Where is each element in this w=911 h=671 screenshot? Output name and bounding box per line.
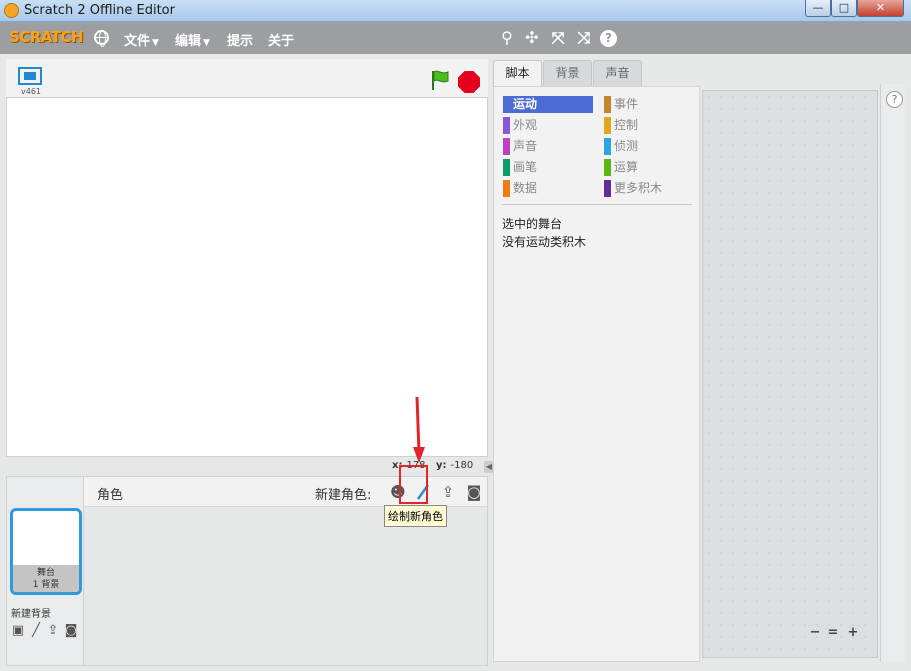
paint-sprite-highlight <box>399 465 428 504</box>
delete-scissors-icon[interactable]: ✣ <box>522 28 542 48</box>
help-icon[interactable]: ? <box>600 30 617 47</box>
category-operators[interactable]: 运算 <box>604 159 694 176</box>
no-motion-blocks-text: 没有运动类积木 <box>502 235 587 249</box>
upload-sprite-icon[interactable]: ⇪ <box>438 482 458 502</box>
window-titlebar: Scratch 2 Offline Editor — □ ✕ <box>0 0 911 22</box>
category-sensing[interactable]: 侦测 <box>604 138 694 155</box>
stage-thumbnail-label: 舞台 1 背景 <box>13 565 79 592</box>
block-palette: 运动 外观 声音 画笔 数据 事件 控制 侦测 运算 更多积木 选中的舞台 没有… <box>493 86 700 662</box>
version-label: v461 <box>21 87 42 96</box>
upload-backdrop-icon[interactable]: ⇪ <box>45 623 61 639</box>
window-title: Scratch 2 Offline Editor <box>24 3 175 18</box>
menu-edit-label: 编辑 <box>175 34 202 49</box>
menu-file[interactable]: 文件 ▼ <box>124 30 159 49</box>
shrink-icon[interactable]: ⤨ <box>574 28 594 48</box>
category-control[interactable]: 控制 <box>604 117 694 134</box>
stage-thumbnail[interactable]: 舞台 1 背景 <box>10 508 82 595</box>
menu-file-label: 文件 <box>124 34 151 49</box>
zoom-out-icon[interactable]: − <box>807 625 823 641</box>
tab-sounds[interactable]: 声音 <box>593 60 642 86</box>
chevron-down-icon: ▼ <box>203 38 210 48</box>
zoom-in-icon[interactable]: + <box>845 625 861 641</box>
duplicate-stamp-icon[interactable]: ⚲ <box>497 28 517 48</box>
red-annotation-arrow-icon <box>413 396 425 463</box>
grow-icon[interactable]: ⤧ <box>548 28 568 48</box>
stage-name: 舞台 <box>36 568 55 578</box>
category-motion[interactable]: 运动 <box>503 96 593 113</box>
selected-stage-text: 选中的舞台 <box>502 217 563 231</box>
scratch-cat-icon <box>4 3 19 18</box>
zoom-reset-icon[interactable]: = <box>825 625 841 641</box>
close-button[interactable]: ✕ <box>857 0 904 17</box>
camera-sprite-icon[interactable]: ◙ <box>464 482 484 502</box>
right-edge-panel <box>880 84 905 662</box>
camera-backdrop-icon[interactable]: ◙ <box>63 623 79 639</box>
green-flag-icon[interactable] <box>430 69 450 91</box>
category-data[interactable]: 数据 <box>503 180 593 197</box>
fullscreen-icon[interactable] <box>18 67 42 85</box>
chevron-down-icon: ▼ <box>152 38 159 48</box>
palette-divider <box>502 204 692 205</box>
stage-header: v461 <box>6 59 488 97</box>
stage-column: 舞台 1 背景 新建背景 ▣ ╱ ⇪ ◙ <box>7 477 84 665</box>
menu-edit[interactable]: 编辑 ▼ <box>175 30 210 49</box>
backdrop-count: 1 背景 <box>32 580 60 590</box>
category-more-blocks[interactable]: 更多积木 <box>604 180 694 197</box>
sprites-title: 角色 <box>97 488 124 503</box>
block-help-icon[interactable]: ? <box>886 91 903 108</box>
maximize-button[interactable]: □ <box>831 0 857 17</box>
editor-main: v461 x: 178 y: -180 ◀ 舞台 1 背景 新建背景 ▣ ╱ ⇪ ◙… <box>0 54 911 671</box>
backdrop-library-icon[interactable]: ▣ <box>10 623 26 639</box>
category-events[interactable]: 事件 <box>604 96 694 113</box>
tab-backdrops[interactable]: 背景 <box>543 60 592 86</box>
language-globe-icon[interactable] <box>94 30 109 47</box>
paint-sprite-tooltip: 绘制新角色 <box>384 505 447 527</box>
category-looks[interactable]: 外观 <box>503 117 593 134</box>
new-backdrop-label: 新建背景 <box>11 609 51 620</box>
tab-scripts[interactable]: 脚本 <box>493 60 542 87</box>
category-pen[interactable]: 画笔 <box>503 159 593 176</box>
scratch-logo[interactable]: SCRATCH <box>9 28 84 46</box>
menu-tips[interactable]: 提示 <box>227 30 253 49</box>
minimize-button[interactable]: — <box>805 0 831 17</box>
paint-backdrop-icon[interactable]: ╱ <box>28 623 44 639</box>
category-sound[interactable]: 声音 <box>503 138 593 155</box>
menu-about[interactable]: 关于 <box>268 30 294 49</box>
scripts-area[interactable] <box>702 90 878 658</box>
new-sprite-label: 新建角色: <box>315 488 372 503</box>
stop-icon[interactable] <box>458 71 480 93</box>
mouse-y-readout: y: -180 <box>436 460 474 471</box>
menubar: SCRATCH 文件 ▼ 编辑 ▼ 提示 关于 ⚲ ✣ ⤧ ⤨ ? <box>0 22 911 54</box>
